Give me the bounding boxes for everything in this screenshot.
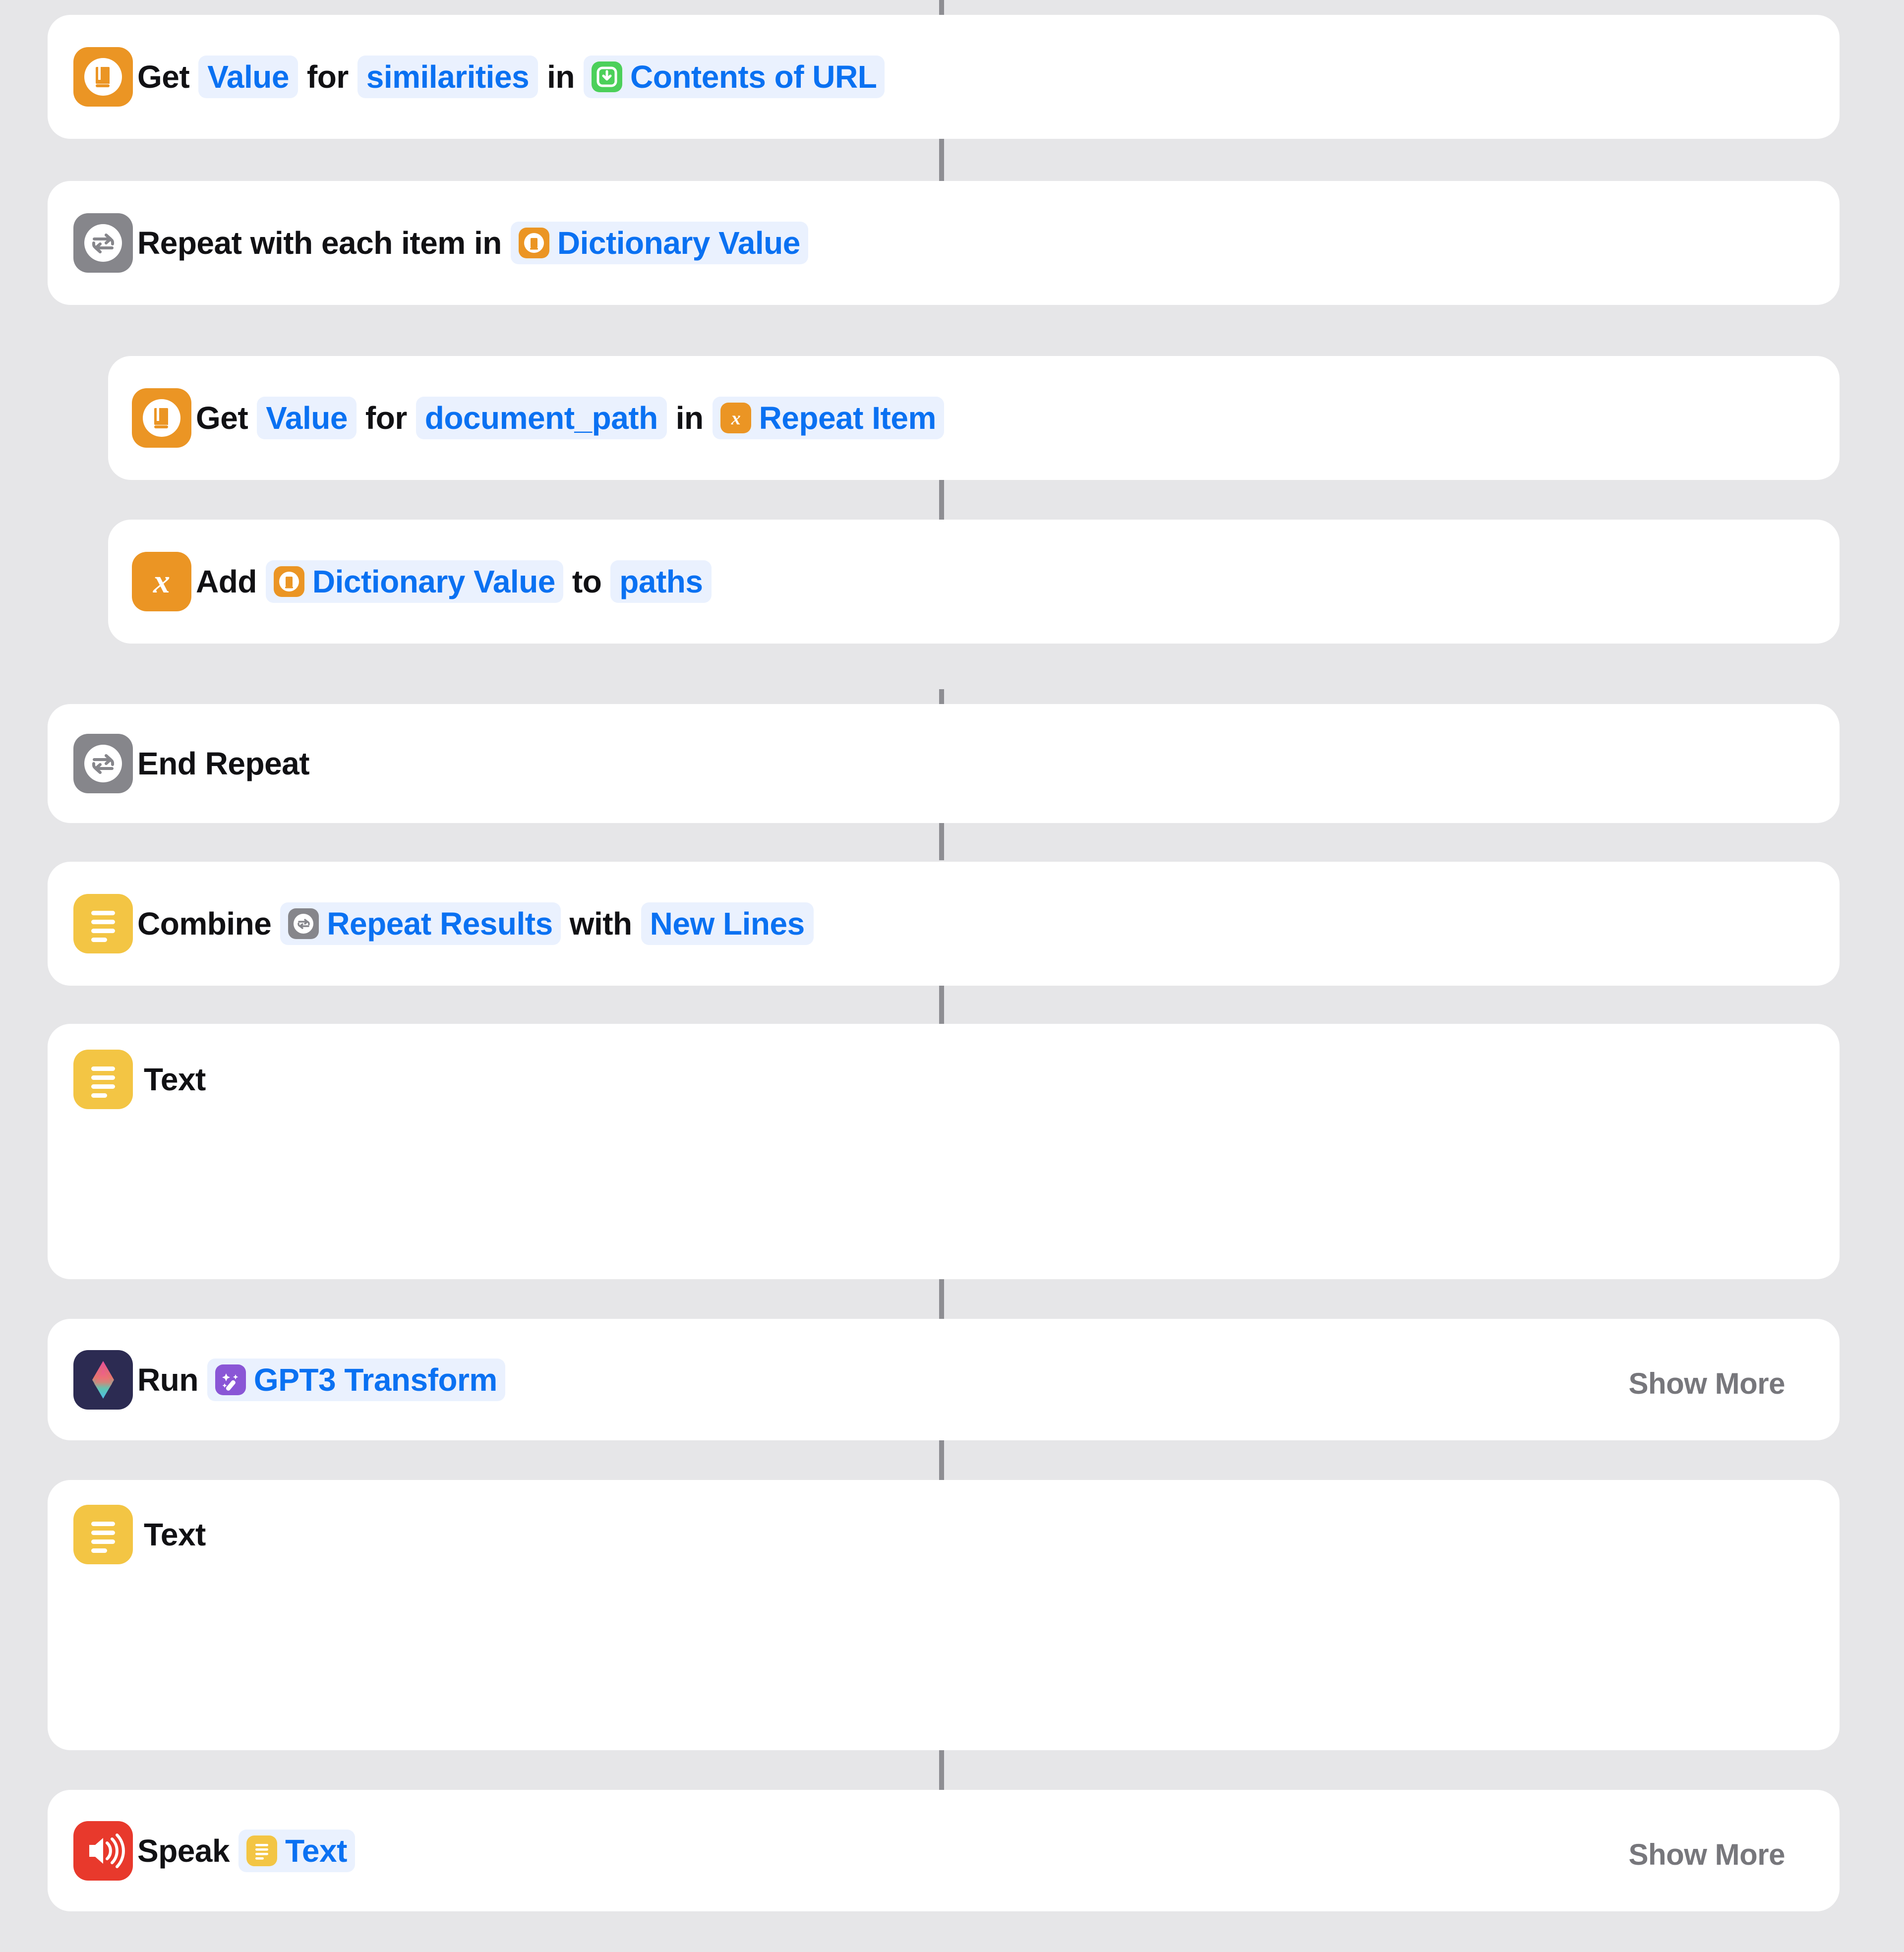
variable-icon: x [132,552,191,611]
token-similarities[interactable]: similarities [357,56,538,98]
action-word-run: Run [137,1361,198,1398]
download-tray-icon [592,61,622,92]
token-label: Dictionary Value [557,225,800,261]
action-word-for: for [306,59,349,95]
variable-icon: x [720,403,751,433]
shortcut-actions-canvas: Get Value for similarities in Contents o… [0,0,1904,1952]
action-card-speak-text[interactable]: Speak Text Show More [48,1790,1840,1911]
action-card-get-dictionary-value-document-path[interactable]: Get Value for document_path in x Repeat … [108,356,1840,480]
token-label: Repeat Item [759,400,937,436]
token-dictionary-value[interactable]: Dictionary Value [510,222,808,264]
action-word-end-repeat: End Repeat [137,746,310,781]
action-card-end-repeat[interactable]: End Repeat [48,704,1840,823]
connector-line [939,984,944,1024]
token-label: GPT3 Transform [253,1361,497,1398]
speaker-icon [73,1821,133,1881]
token-label: Text [285,1833,347,1869]
token-label: Dictionary Value [312,564,555,599]
action-card-add-to-variable[interactable]: x Add Dictionary Value to paths [108,520,1840,644]
text-icon [73,1050,133,1109]
token-label: Repeat Results [327,906,553,942]
token-document-path[interactable]: document_path [416,397,667,439]
action-card-text-remove-duplicates[interactable]: Text Remove duplicates from this list: [48,1024,1840,1279]
action-word-get: Get [137,59,190,95]
token-repeat-results[interactable]: Repeat Results [280,902,561,945]
repeat-icon [73,734,133,793]
dictionary-icon [132,388,191,448]
action-word-to: to [572,564,602,599]
dictionary-icon [273,566,304,597]
show-more-button[interactable]: Show More [1628,1366,1785,1401]
token-repeat-item[interactable]: x Repeat Item [712,397,944,439]
repeat-icon [288,908,319,939]
action-word-for: for [365,400,407,436]
action-word-speak: Speak [137,1833,230,1869]
action-word-with: with [569,906,632,942]
connector-line [939,139,944,181]
connector-line [939,480,944,520]
magic-wand-icon [215,1364,246,1395]
dictionary-icon [518,228,549,258]
token-new-lines[interactable]: New Lines [641,902,814,945]
token-text[interactable]: Text [238,1829,355,1872]
action-card-get-dictionary-value[interactable]: Get Value for similarities in Contents o… [48,15,1840,139]
action-card-run-shortcut[interactable]: Run GPT3 Transform Show More [48,1319,1840,1440]
connector-line [939,1440,944,1480]
token-dictionary-value[interactable]: Dictionary Value [265,560,563,603]
action-word-combine: Combine [137,906,272,942]
connector-line [939,0,944,15]
token-value[interactable]: Value [198,56,298,98]
action-word-in: in [675,400,704,436]
action-card-repeat-with-each-item[interactable]: Repeat with each item in Dictionary Valu… [48,181,1840,305]
svg-text:x: x [730,408,740,429]
action-title-text: Text [144,1517,206,1552]
action-title-text: Text [144,1062,206,1097]
text-icon [73,894,133,953]
text-icon [246,1835,278,1866]
action-word-repeat-with-each-item-in: Repeat with each item in [137,225,502,261]
token-gpt3-transform[interactable]: GPT3 Transform [207,1358,505,1401]
token-value[interactable]: Value [257,397,357,439]
action-word-add: Add [196,564,257,599]
connector-line [939,821,944,860]
action-card-combine-text[interactable]: Combine Repeat Results with New Lines [48,862,1840,986]
repeat-icon [73,213,133,273]
token-contents-of-url[interactable]: Contents of URL [584,56,885,98]
connector-line [939,1750,944,1790]
connector-line [939,1279,944,1319]
token-label: Contents of URL [630,59,877,95]
dictionary-icon [73,47,133,107]
action-card-text-paul-graham[interactable]: Text You can find more information about… [48,1480,1840,1750]
shortcuts-icon [73,1350,133,1410]
action-word-get: Get [196,400,248,436]
token-paths[interactable]: paths [610,560,712,603]
text-icon [73,1505,133,1564]
show-more-button[interactable]: Show More [1628,1837,1785,1872]
action-word-in: in [547,59,575,95]
svg-text:x: x [153,562,170,600]
